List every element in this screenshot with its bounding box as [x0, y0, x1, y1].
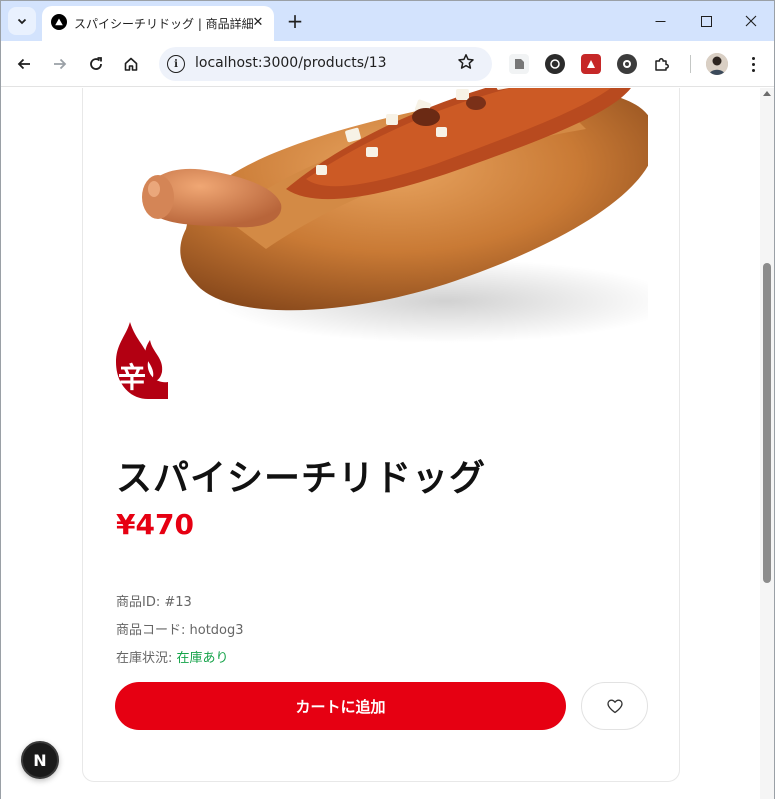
browser-window: スパイシーチリドッグ | 商品詳細 ✕ + i localhost:3000/p…: [0, 0, 775, 799]
product-id-label: 商品ID:: [116, 595, 165, 610]
tab-close-icon[interactable]: ✕: [248, 12, 268, 32]
tab-search-button[interactable]: [8, 7, 36, 35]
tab-title: スパイシーチリドッグ | 商品詳細: [74, 17, 254, 31]
stock-status-value: 在庫あり: [176, 651, 229, 666]
maximize-icon: [700, 15, 712, 27]
nextjs-dev-indicator[interactable]: N: [21, 741, 59, 779]
close-icon: [745, 15, 757, 27]
site-info-icon[interactable]: i: [167, 55, 185, 73]
favorite-button[interactable]: [581, 682, 648, 730]
extension-1-icon[interactable]: [509, 54, 529, 74]
back-arrow-icon: [17, 58, 30, 70]
extension-2-icon[interactable]: [545, 54, 565, 74]
product-code-value: hotdog3: [189, 623, 244, 638]
toolbar-separator: [690, 55, 691, 73]
forward-arrow-icon: [54, 58, 67, 70]
page-viewport: 辛 スパイシーチリドッグ ¥470 商品ID: #13 商品コード: hotdo…: [1, 88, 760, 799]
back-button[interactable]: [10, 50, 38, 78]
browser-menu-icon[interactable]: [743, 52, 763, 76]
home-icon: [124, 57, 138, 71]
product-card: 辛 スパイシーチリドッグ ¥470 商品ID: #13 商品コード: hotdo…: [82, 88, 680, 782]
address-bar[interactable]: i localhost:3000/products/13: [159, 47, 492, 81]
product-id-value: #13: [164, 595, 192, 610]
active-tab[interactable]: スパイシーチリドッグ | 商品詳細 ✕: [42, 6, 274, 41]
scrollbar[interactable]: [760, 88, 774, 799]
close-window-button[interactable]: [728, 1, 774, 41]
extension-3-icon[interactable]: [581, 54, 601, 74]
product-id-row: 商品ID: #13: [116, 591, 192, 610]
minimize-icon: [655, 20, 665, 22]
stock-status-label: 在庫状況:: [116, 651, 177, 666]
bookmark-star-icon[interactable]: [457, 53, 475, 76]
add-to-cart-button[interactable]: カートに追加: [115, 682, 566, 730]
scroll-thumb[interactable]: [763, 263, 771, 583]
spicy-badge-label: 辛: [118, 361, 147, 394]
chevron-down-icon: [17, 18, 27, 25]
nextjs-favicon-icon: [51, 14, 67, 30]
scroll-up-arrow-icon[interactable]: [763, 91, 771, 96]
address-url: localhost:3000/products/13: [195, 55, 387, 71]
product-code-label: 商品コード:: [116, 623, 190, 638]
forward-button[interactable]: [46, 50, 74, 78]
minimize-button[interactable]: [637, 1, 683, 41]
extension-4-icon[interactable]: [617, 54, 637, 74]
product-price: ¥470: [116, 508, 194, 541]
reload-icon: [90, 57, 102, 70]
reload-button[interactable]: [82, 50, 110, 78]
stock-status-row: 在庫状況: 在庫あり: [116, 647, 229, 666]
maximize-button[interactable]: [683, 1, 729, 41]
home-button[interactable]: [117, 50, 145, 78]
heart-icon: [606, 699, 623, 713]
browser-toolbar: i localhost:3000/products/13: [1, 41, 774, 87]
profile-avatar[interactable]: [706, 53, 728, 75]
extensions-puzzle-icon[interactable]: [652, 54, 672, 74]
product-title: スパイシーチリドッグ: [116, 458, 487, 499]
spicy-badge-icon: 辛: [116, 322, 168, 399]
product-image: [116, 88, 648, 409]
product-code-row: 商品コード: hotdog3: [116, 619, 244, 638]
tab-strip: スパイシーチリドッグ | 商品詳細 ✕ +: [1, 1, 774, 41]
new-tab-button[interactable]: +: [283, 9, 307, 33]
